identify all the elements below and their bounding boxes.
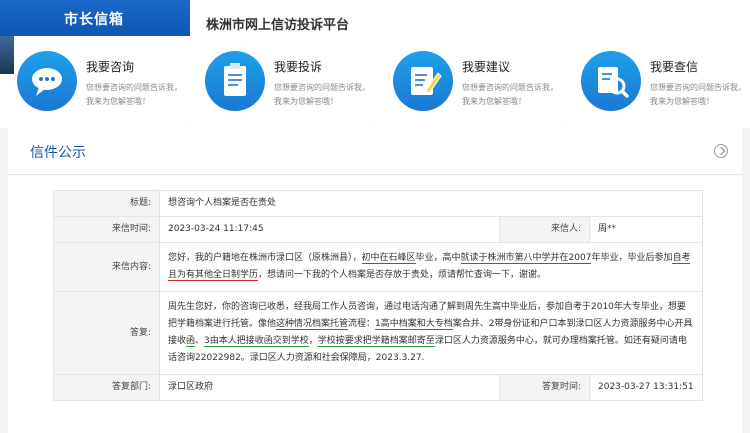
edit-document-icon xyxy=(393,51,453,111)
reply-text: 、 xyxy=(195,336,205,346)
annotation-underline: 1高中档案和大专档 xyxy=(375,319,453,330)
reply-text: 流程： xyxy=(348,319,376,329)
card-track[interactable]: 我要查信 您想要咨询的问题告诉我，我来为您解答哦！ xyxy=(564,36,750,128)
content-text: 毕业，高中 xyxy=(415,253,461,263)
magnifier-icon xyxy=(581,51,641,111)
dept-label: 答复部门: xyxy=(53,374,160,401)
table-row: 来信时间: 2023-03-24 11:17:45 来信人: 周** xyxy=(53,216,703,243)
content-label: 来信内容: xyxy=(53,242,160,292)
page: 市长信箱 株洲市网上信访投诉平台 我要咨询 您想要咨询的问题告诉我，我来为您解答… xyxy=(0,0,750,433)
reply-text: ， xyxy=(308,336,318,346)
card-suggest-title: 我要建议 xyxy=(462,60,511,74)
table-row: 来信内容: 您好，我的户籍地在株洲市渌口区（原株洲县），初中在石峰区毕业，高中就… xyxy=(53,242,703,292)
service-cards: 我要咨询 您想要咨询的问题告诉我，我来为您解答哦！ 我要投诉 您想要咨询的问题告… xyxy=(0,36,750,128)
top-header: 市长信箱 株洲市网上信访投诉平台 xyxy=(0,0,750,36)
card-complain-desc: 您想要咨询的问题告诉我，我来为您解答哦！ xyxy=(274,83,370,106)
annotation-underline: 3由本人把接收函交到学校 xyxy=(204,336,309,347)
reply-date-value: 2023-03-27 13:31:51 xyxy=(589,374,703,401)
card-consult-desc: 您想要咨询的问题告诉我，我来为您解答哦！ xyxy=(86,83,182,106)
table-row: 答复: 周先生您好，你的咨询已收悉，经我局工作人员咨询，通过电话沟通了解到周先生… xyxy=(53,291,703,375)
reply-label: 答复: xyxy=(53,291,160,375)
card-track-desc: 您想要咨询的问题告诉我，我来为您解答哦！ xyxy=(650,83,746,106)
annotation-underline: 学校按要求把学籍档案邮寄至 xyxy=(317,336,435,347)
content-value: 您好，我的户籍地在株洲市渌口区（原株洲县），初中在石峰区毕业，高中就读于株洲市第… xyxy=(159,242,703,292)
table-row: 答复部门: 渌口区政府 答复时间: 2023-03-27 13:31:51 xyxy=(53,374,703,401)
section-divider xyxy=(8,174,742,175)
card-suggest-desc: 您想要咨询的问题告诉我，我来为您解答哦！ xyxy=(462,83,558,106)
section-title: 信件公示 xyxy=(30,145,86,161)
clipboard-icon xyxy=(205,51,265,111)
table-row: 标题: 想咨询个人档案是否在贵处 xyxy=(53,190,703,217)
annotation-underline: 函 xyxy=(186,336,196,347)
card-consult-title: 我要咨询 xyxy=(86,60,135,74)
header-photo-strip xyxy=(0,36,14,74)
letter-detail-table: 标题: 想咨询个人档案是否在贵处 来信时间: 2023-03-24 11:17:… xyxy=(53,190,703,401)
platform-title: 株洲市网上信访投诉平台 xyxy=(206,18,350,33)
date-label: 来信时间: xyxy=(53,216,160,243)
content-text: 年毕业，毕业后参加 xyxy=(591,253,673,263)
reply-date-label: 答复时间: xyxy=(499,374,590,401)
card-suggest[interactable]: 我要建议 您想要咨询的问题告诉我，我来为您解答哦！ xyxy=(376,36,563,128)
content-text: 您好，我的户籍地在株洲市渌口区（原株洲县）， xyxy=(168,253,362,263)
card-track-title: 我要查信 xyxy=(650,60,699,74)
chevron-right-icon[interactable] xyxy=(714,144,728,158)
annotation-underline: 为有其他全日制学历 xyxy=(177,270,259,281)
header-title-bar: 株洲市网上信访投诉平台 xyxy=(190,0,750,36)
subject-label: 标题: xyxy=(53,190,160,217)
date-value: 2023-03-24 11:17:45 xyxy=(159,216,500,243)
letter-publication-section: 信件公示 标题: 想咨询个人档案是否在贵处 来信时间: 2023-03-24 1… xyxy=(8,128,742,433)
card-complain[interactable]: 我要投诉 您想要咨询的问题告诉我，我来为您解答哦！ xyxy=(188,36,375,128)
dept-value: 渌口区政府 xyxy=(159,374,500,401)
sender-value: 周** xyxy=(589,216,703,243)
reply-value: 周先生您好，你的咨询已收悉，经我局工作人员咨询，通过电话沟通了解到周先生高中毕业… xyxy=(159,291,703,375)
subject-value: 想咨询个人档案是否在贵处 xyxy=(159,190,703,217)
sender-label: 来信人: xyxy=(499,216,590,243)
annotation-underline: 这种情况档案托管 xyxy=(276,319,349,330)
card-consult[interactable]: 我要咨询 您想要咨询的问题告诉我，我来为您解答哦！ xyxy=(0,36,187,128)
annotation-underline: 初中在石峰区 xyxy=(361,253,416,264)
mayor-mailbox-tab[interactable]: 市长信箱 xyxy=(0,0,190,36)
mayor-mailbox-tab-label: 市长信箱 xyxy=(64,12,124,28)
annotation-underline: 就读于株洲市第八中学并在2007 xyxy=(460,253,592,264)
content-text: ，想请问一下我的个人档案是否存放于贵处，烦请帮忙查询一下，谢谢。 xyxy=(258,270,547,280)
card-complain-title: 我要投诉 xyxy=(274,60,323,74)
chat-bubble-icon xyxy=(17,51,77,111)
